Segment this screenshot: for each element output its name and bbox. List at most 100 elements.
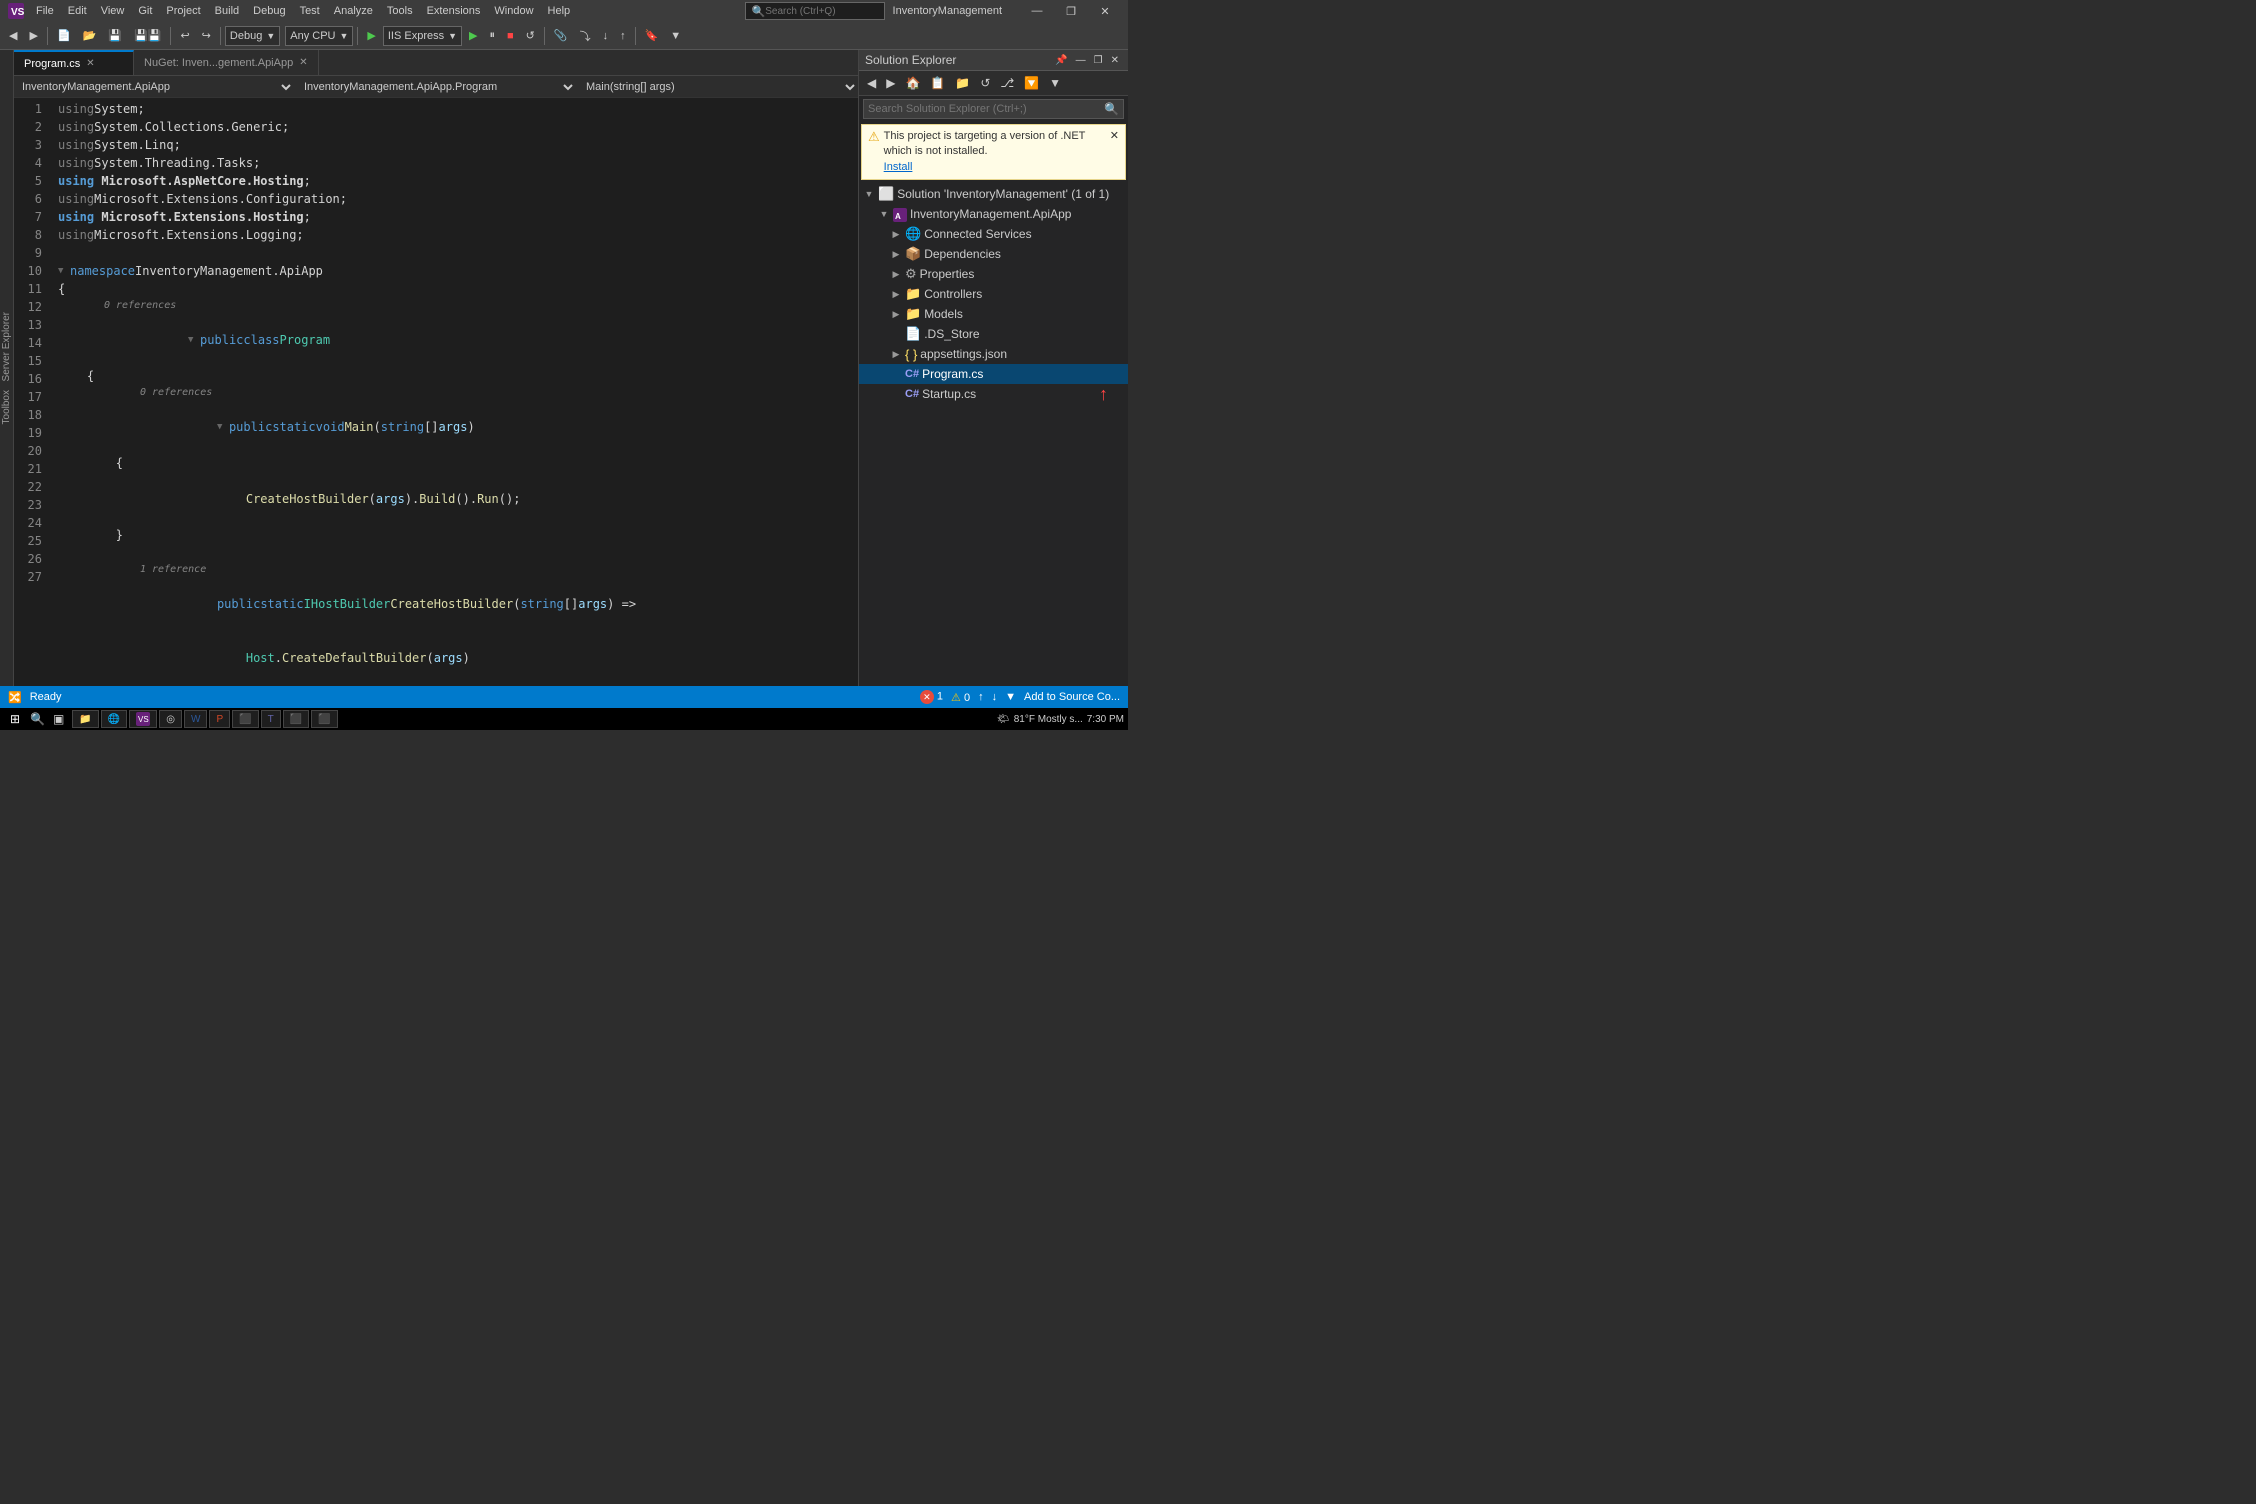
se-show-files-button[interactable]: 📁 xyxy=(951,73,974,93)
search-button[interactable]: 🔍 xyxy=(26,712,49,726)
collapse-main[interactable]: ▼ xyxy=(217,418,227,436)
menu-help[interactable]: Help xyxy=(542,5,577,17)
code-content[interactable]: using System; using System.Collections.G… xyxy=(50,98,858,686)
menu-view[interactable]: View xyxy=(95,5,131,17)
play-button[interactable]: ▶ xyxy=(362,25,380,47)
se-minimize-button[interactable]: — xyxy=(1073,54,1089,67)
warning-close-button[interactable]: ✕ xyxy=(1110,129,1119,142)
new-file-button[interactable]: 📄 xyxy=(52,25,76,47)
step-out-button[interactable]: ↑ xyxy=(615,25,631,47)
search-box[interactable]: 🔍 xyxy=(745,2,885,20)
se-refresh-button[interactable]: ↺ xyxy=(976,73,994,93)
run-target-dropdown[interactable]: IIS Express ▼ xyxy=(383,26,462,46)
step-over-button[interactable]: ⤵ xyxy=(575,25,596,47)
se-forward-button[interactable]: ▶ xyxy=(882,73,899,93)
redo-button[interactable]: ↪ xyxy=(197,25,216,47)
se-filter-button[interactable]: 🔽 xyxy=(1020,73,1043,93)
stop-button[interactable]: ■ xyxy=(502,25,519,47)
back-button[interactable]: ◀ xyxy=(4,25,22,47)
menu-extensions[interactable]: Extensions xyxy=(421,5,487,17)
menu-analyze[interactable]: Analyze xyxy=(328,5,379,17)
tree-solution[interactable]: ▼ ⬜ Solution 'InventoryManagement' (1 of… xyxy=(859,184,1128,204)
action-menu[interactable]: ▼ xyxy=(1005,691,1016,703)
save-all-button[interactable]: 💾💾 xyxy=(129,25,166,47)
se-settings-dropdown[interactable]: ▼ xyxy=(1045,73,1065,93)
tree-ds-store[interactable]: 📄 .DS_Store xyxy=(859,324,1128,344)
tab-nuget[interactable]: NuGet: Inven...gement.ApiApp ✕ xyxy=(134,50,319,75)
down-arrow-button[interactable]: ↓ xyxy=(992,691,998,703)
tree-dependencies[interactable]: ▶ 📦 Dependencies xyxy=(859,244,1128,264)
taskbar-item-9[interactable]: ⬛ xyxy=(311,710,337,728)
member-select[interactable]: Main(string[] args) xyxy=(578,77,858,97)
taskbar-file-explorer[interactable]: 📁 xyxy=(72,710,98,728)
restart-button[interactable]: ↺ xyxy=(521,25,540,47)
se-properties-button[interactable]: 📋 xyxy=(926,73,949,93)
menu-build[interactable]: Build xyxy=(209,5,245,17)
menu-debug[interactable]: Debug xyxy=(247,5,291,17)
menu-test[interactable]: Test xyxy=(294,5,326,17)
step-into-button[interactable]: ↓ xyxy=(598,25,614,47)
namespace-select[interactable]: InventoryManagement.ApiApp xyxy=(14,77,294,97)
search-input[interactable] xyxy=(765,6,865,17)
platform-dropdown[interactable]: Any CPU ▼ xyxy=(285,26,353,46)
taskbar-item-6[interactable]: ⬛ xyxy=(232,710,258,728)
tree-properties[interactable]: ▶ ⚙ Properties xyxy=(859,264,1128,284)
warning-indicator[interactable]: ⚠ 0 xyxy=(951,691,970,704)
toolbox-tab[interactable]: Toolbox xyxy=(0,386,13,428)
pause-button[interactable]: ⏸ xyxy=(485,25,501,47)
tree-connected-services[interactable]: ▶ 🌐 Connected Services xyxy=(859,224,1128,244)
tree-models[interactable]: ▶ 📁 Models xyxy=(859,304,1128,324)
error-indicator[interactable]: ✕ 1 xyxy=(920,690,943,704)
close-button[interactable]: ✕ xyxy=(1090,0,1120,22)
source-control-text[interactable]: Add to Source Co... xyxy=(1024,691,1120,703)
menu-edit[interactable]: Edit xyxy=(62,5,93,17)
tree-project[interactable]: ▼ A InventoryManagement.ApiApp xyxy=(859,204,1128,224)
tree-startup-cs[interactable]: C# Startup.cs ↑ xyxy=(859,384,1128,404)
se-search-input[interactable] xyxy=(864,101,1100,117)
menu-project[interactable]: Project xyxy=(160,5,206,17)
forward-button[interactable]: ▶ xyxy=(24,25,42,47)
se-pending-changes-button[interactable]: ⎇ xyxy=(996,73,1018,93)
se-back-button[interactable]: ◀ xyxy=(863,73,880,93)
taskbar-teams[interactable]: T xyxy=(261,710,281,728)
menu-window[interactable]: Window xyxy=(488,5,539,17)
tab-program-cs-close[interactable]: ✕ xyxy=(86,58,94,69)
taskbar-vs[interactable]: VS xyxy=(129,710,157,728)
taskbar-word[interactable]: W xyxy=(184,710,207,728)
tree-controllers[interactable]: ▶ 📁 Controllers xyxy=(859,284,1128,304)
se-search-box[interactable]: 🔍 xyxy=(863,99,1124,119)
se-pin-button[interactable]: 📌 xyxy=(1052,54,1070,67)
menu-git[interactable]: Git xyxy=(132,5,158,17)
start-button[interactable]: ⊞ xyxy=(4,712,26,726)
collapse-class[interactable]: ▼ xyxy=(188,331,198,349)
class-select[interactable]: InventoryManagement.ApiApp.Program xyxy=(296,77,576,97)
se-maximize-button[interactable]: ❐ xyxy=(1091,54,1106,67)
install-link[interactable]: Install xyxy=(884,161,913,173)
taskbar-edge[interactable]: 🌐 xyxy=(101,710,127,728)
run-button[interactable]: ▶ xyxy=(464,25,482,47)
collapse-namespace[interactable]: ▼ xyxy=(58,262,68,280)
task-view-button[interactable]: ▣ xyxy=(49,712,68,726)
taskbar-powerpoint[interactable]: P xyxy=(209,710,230,728)
up-arrow-button[interactable]: ↑ xyxy=(978,691,984,703)
tree-program-cs[interactable]: C# Program.cs xyxy=(859,364,1128,384)
save-button[interactable]: 💾 xyxy=(103,25,127,47)
tree-appsettings[interactable]: ▶ { } appsettings.json xyxy=(859,344,1128,364)
se-home-button[interactable]: 🏠 xyxy=(901,73,924,93)
se-close-button[interactable]: ✕ xyxy=(1108,54,1122,67)
tab-nuget-close[interactable]: ✕ xyxy=(299,57,307,68)
minimize-button[interactable]: — xyxy=(1022,0,1052,22)
server-explorer-tab[interactable]: Server Explorer xyxy=(0,308,13,385)
taskbar-item-8[interactable]: ⬛ xyxy=(283,710,309,728)
bookmark-button[interactable]: 🔖 xyxy=(640,25,664,47)
menu-tools[interactable]: Tools xyxy=(381,5,419,17)
taskbar-chrome[interactable]: ◎ xyxy=(159,710,182,728)
settings-button[interactable]: ▼ xyxy=(665,25,686,47)
undo-button[interactable]: ↩ xyxy=(175,25,194,47)
config-dropdown[interactable]: Debug ▼ xyxy=(225,26,280,46)
open-button[interactable]: 📂 xyxy=(78,25,102,47)
tab-program-cs[interactable]: Program.cs ✕ xyxy=(14,50,134,75)
maximize-button[interactable]: ❐ xyxy=(1056,0,1086,22)
menu-file[interactable]: File xyxy=(30,5,60,17)
attach-button[interactable]: 📎 xyxy=(549,25,573,47)
